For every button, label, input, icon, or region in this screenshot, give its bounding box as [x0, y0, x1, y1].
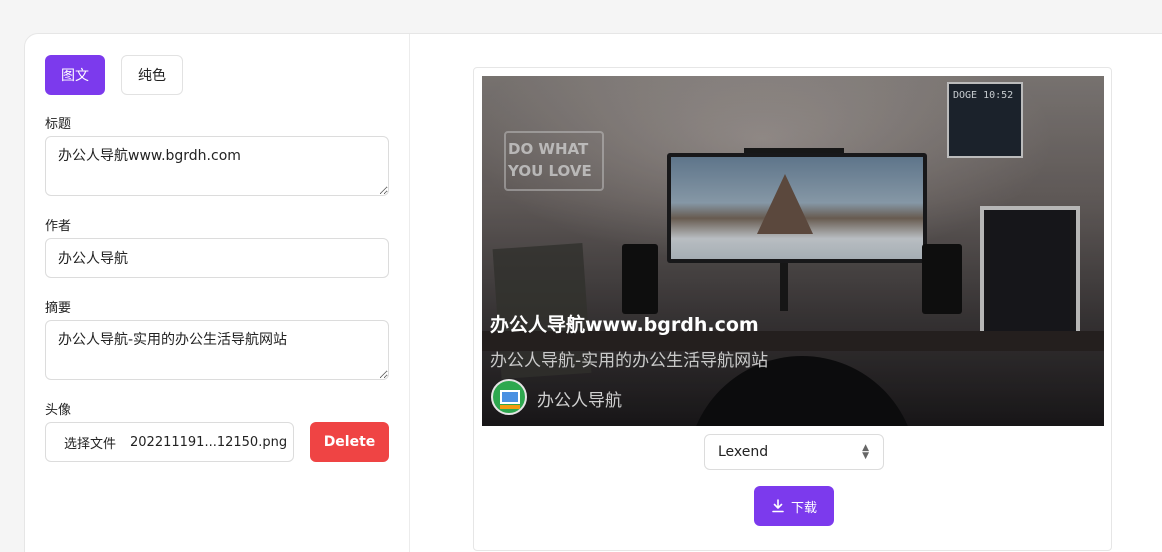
cover-preview: DO WHAT YOU LOVE DOGE 10:52 办公人导航www.bgr… [482, 76, 1104, 426]
preview-author: 办公人导航 [537, 391, 622, 411]
file-name: 202211191...12150.png [130, 434, 288, 450]
avatar-label: 头像 [45, 403, 72, 418]
preview-summary: 办公人导航-实用的办公生活导航网站 [490, 351, 769, 371]
editor-card: 图文 纯色 标题 办公人导航www.bgrdh.com 作者 摘要 办公人导航-… [24, 33, 1162, 552]
mode-solid-button[interactable]: 纯色 [121, 55, 183, 95]
avatar-file-input[interactable]: 选择文件 202211191...12150.png [45, 422, 294, 462]
preview-panel: DO WHAT YOU LOVE DOGE 10:52 办公人导航www.bgr… [473, 67, 1112, 551]
font-select-value: Lexend [718, 444, 769, 460]
font-select[interactable]: Lexend ▲ ▼ [704, 434, 884, 470]
title-input[interactable]: 办公人导航www.bgrdh.com [45, 136, 389, 196]
preview-title: 办公人导航www.bgrdh.com [490, 314, 759, 336]
author-label: 作者 [45, 219, 72, 234]
title-label: 标题 [45, 117, 72, 132]
chevron-updown-icon: ▲ ▼ [862, 443, 869, 461]
image-overlay [482, 76, 1104, 426]
choose-file-button[interactable]: 选择文件 [64, 433, 116, 452]
summary-input[interactable]: 办公人导航-实用的办公生活导航网站 [45, 320, 389, 380]
download-icon [772, 499, 784, 513]
download-button[interactable]: 下载 [754, 486, 834, 526]
delete-button[interactable]: Delete [310, 422, 389, 462]
mode-image-text-button[interactable]: 图文 [45, 55, 105, 95]
settings-panel: 图文 纯色 标题 办公人导航www.bgrdh.com 作者 摘要 办公人导航-… [25, 34, 410, 552]
download-label: 下载 [790, 500, 817, 516]
preview-avatar [491, 379, 527, 415]
author-input[interactable] [45, 238, 389, 278]
summary-label: 摘要 [45, 301, 72, 316]
